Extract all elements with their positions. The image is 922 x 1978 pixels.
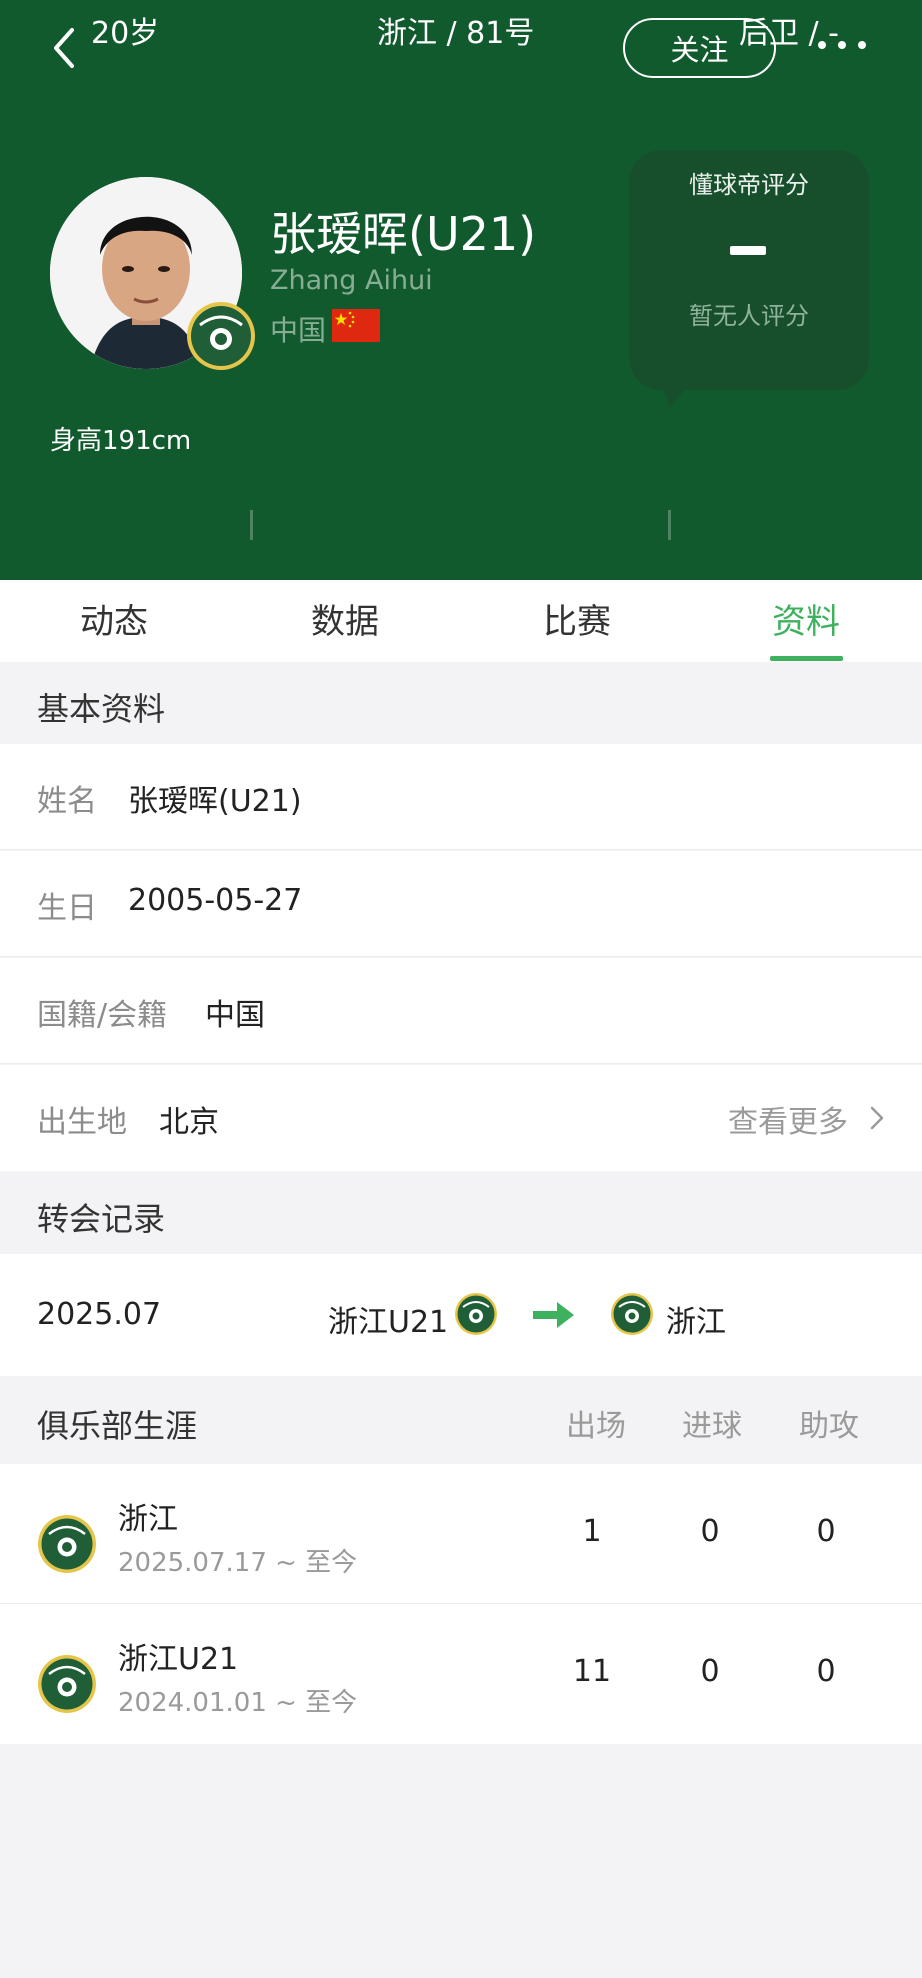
tab-matches[interactable]: 比赛 (543, 594, 611, 643)
profile-header: 关注 张瑷晖(U21) Zhang Aihui 中国 懂球帝评分 暂无人评分 身… (0, 0, 922, 580)
rating-value (730, 246, 766, 255)
profile-tabs: 动态 数据 比赛 资料 (0, 580, 922, 662)
basic-info-title: 基本资料 (37, 690, 166, 728)
career-goals: 0 (700, 1654, 720, 1689)
career-row[interactable]: 浙江U21 2024.01.01 ~ 至今 11 0 0 (0, 1604, 922, 1744)
transfer-date: 2025.07 (37, 1297, 162, 1332)
career-goals: 0 (700, 1514, 720, 1549)
info-row-birthday: 生日 2005-05-27 (0, 851, 922, 957)
transfer-from-team: 浙江U21 (328, 1305, 449, 1340)
info-label: 出生地 (37, 1105, 127, 1140)
club-badge-icon (187, 302, 255, 370)
stats-divider (250, 510, 253, 540)
career-header: 俱乐部生涯 出场 进球 助攻 (0, 1376, 922, 1464)
rating-note: 暂无人评分 (689, 302, 809, 330)
rating-title: 懂球帝评分 (689, 171, 809, 199)
career-period: 2025.07.17 ~ 至今 (118, 1548, 358, 1578)
info-value: 张瑷晖(U21) (128, 784, 302, 819)
chevron-right-icon[interactable] (868, 1105, 886, 1131)
active-tab-indicator (770, 656, 843, 661)
tab-profile[interactable]: 资料 (772, 594, 840, 643)
career-apps: 1 (582, 1514, 602, 1549)
transfer-header: 转会记录 (0, 1172, 922, 1254)
arrow-right-icon (533, 1302, 574, 1328)
back-arrow-icon[interactable] (46, 26, 86, 70)
info-label: 国籍/会籍 (37, 998, 168, 1033)
info-row-birthplace: 出生地 北京 查看更多 (0, 1065, 922, 1171)
stats-divider (668, 510, 671, 540)
rating-card[interactable]: 懂球帝评分 暂无人评分 (629, 150, 869, 390)
club-badge-icon (38, 1515, 96, 1573)
info-value: 北京 (159, 1105, 219, 1140)
china-flag-icon (332, 309, 380, 342)
player-height: 身高191cm (50, 426, 192, 456)
career-period: 2024.01.01 ~ 至今 (118, 1688, 358, 1718)
info-value: 2005-05-27 (128, 883, 303, 918)
tab-stats[interactable]: 数据 (311, 594, 379, 643)
player-age: 20岁 (91, 16, 160, 51)
rating-bubble-tail (660, 380, 692, 408)
info-label: 姓名 (37, 784, 97, 819)
career-team-name: 浙江U21 (118, 1642, 239, 1677)
player-name: 张瑷晖(U21) (270, 207, 537, 261)
club-badge-icon (38, 1655, 96, 1713)
career-row[interactable]: 浙江 2025.07.17 ~ 至今 1 0 0 (0, 1464, 922, 1604)
player-name-english: Zhang Aihui (270, 265, 433, 296)
career-assists: 0 (816, 1514, 836, 1549)
career-team-name: 浙江 (118, 1502, 178, 1537)
player-position: 后卫 / - (739, 16, 840, 51)
info-value: 中国 (205, 998, 265, 1033)
column-header-apps: 出场 (566, 1409, 626, 1444)
career-apps: 11 (572, 1654, 612, 1689)
player-profile-screen: 关注 张瑷晖(U21) Zhang Aihui 中国 懂球帝评分 暂无人评分 身… (0, 0, 922, 1978)
column-header-goals: 进球 (682, 1409, 742, 1444)
basic-info-header: 基本资料 (0, 662, 922, 744)
transfer-row[interactable]: 2025.07 浙江U21 浙江 (0, 1254, 922, 1376)
info-row-name: 姓名 张瑷晖(U21) (0, 744, 922, 850)
club-badge-icon (455, 1293, 497, 1335)
transfer-title: 转会记录 (37, 1200, 166, 1238)
player-team-number: 浙江 / 81号 (377, 16, 535, 51)
info-label: 生日 (37, 891, 97, 926)
player-nationality: 中国 (270, 314, 327, 347)
transfer-to-team: 浙江 (666, 1305, 726, 1340)
see-more-link[interactable]: 查看更多 (728, 1097, 848, 1141)
tab-news[interactable]: 动态 (80, 594, 148, 643)
career-title: 俱乐部生涯 (37, 1407, 198, 1445)
column-header-assists: 助攻 (799, 1409, 859, 1444)
career-assists: 0 (816, 1654, 836, 1689)
info-row-nationality: 国籍/会籍 中国 (0, 958, 922, 1064)
club-badge-icon (611, 1293, 653, 1335)
